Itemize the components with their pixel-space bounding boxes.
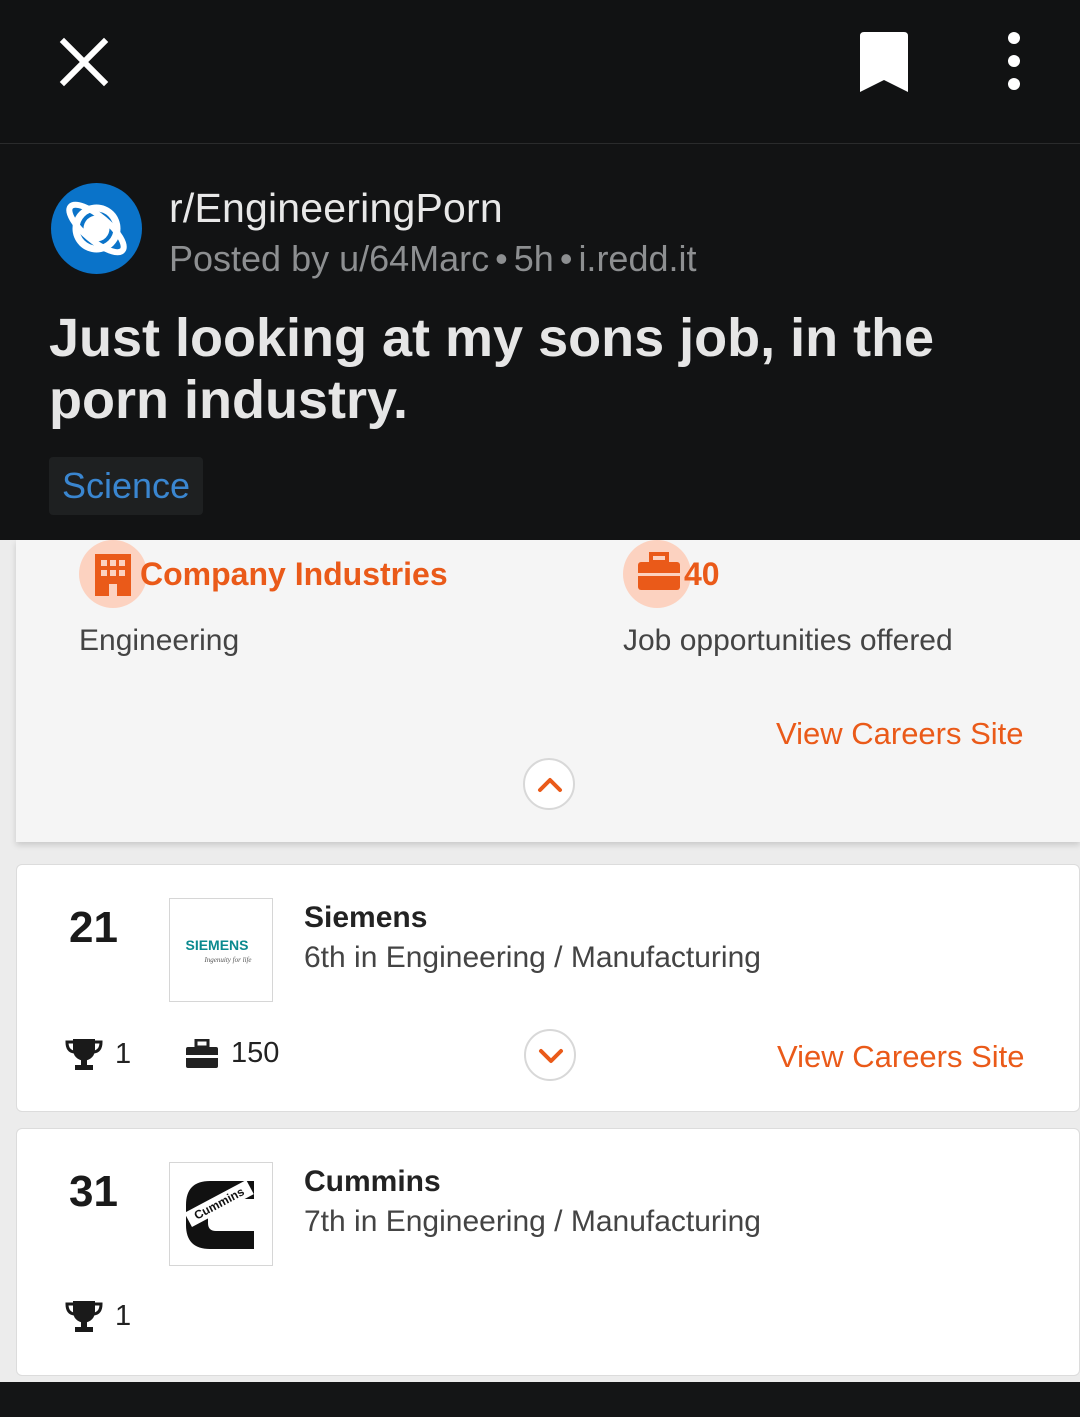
awards-stat: 1 [65, 1037, 131, 1071]
post-time: 5h [513, 238, 554, 279]
siemens-logo: SIEMENS Ingenuity for life [185, 937, 251, 964]
bookmark-icon [860, 32, 908, 92]
chevron-up-icon [538, 778, 562, 792]
collapse-button[interactable] [523, 758, 575, 810]
company-category: 6th in Engineering / Manufacturing [304, 941, 761, 974]
expand-button[interactable] [524, 1029, 576, 1081]
trophy-icon [65, 1301, 103, 1332]
briefcase-icon [186, 1038, 218, 1068]
jobs-count: 150 [231, 1037, 280, 1069]
cummins-logo: Cummins [184, 1179, 254, 1249]
awards-count: 1 [115, 1299, 132, 1332]
subreddit-name[interactable]: r/EngineeringPorn [169, 185, 503, 232]
company-rank: 21 [69, 903, 118, 952]
post-domain[interactable]: i.redd.it [578, 238, 696, 279]
bookmark-button[interactable] [856, 30, 912, 96]
more-options-button[interactable] [998, 30, 1030, 92]
chevron-down-icon [539, 1049, 563, 1063]
company-logo-siemens: SIEMENS Ingenuity for life [169, 898, 273, 1002]
view-careers-site-link[interactable]: View Careers Site [777, 1039, 1025, 1075]
more-vertical-icon [1008, 32, 1020, 90]
bottom-bar [0, 1382, 1080, 1417]
jobs-stat: 150 [185, 1037, 279, 1070]
separator-dot: • [559, 238, 573, 279]
awards-count: 1 [115, 1037, 132, 1070]
company-card-siemens: 21 SIEMENS Ingenuity for life Siemens 6t… [16, 864, 1080, 1112]
logo-tagline: Ingenuity for life [203, 956, 251, 964]
building-icon-badge [79, 540, 147, 608]
jobs-label: Job opportunities offered [623, 624, 953, 657]
posted-by[interactable]: Posted by u/64Marc [169, 238, 489, 279]
post-meta: Posted by u/64Marc • 5h • i.redd.it [169, 238, 697, 280]
top-app-bar [0, 0, 1080, 144]
company-category: 7th in Engineering / Manufacturing [304, 1205, 761, 1238]
company-name[interactable]: Cummins [304, 1165, 441, 1199]
jobs-count: 40 [684, 556, 720, 592]
company-name[interactable]: Siemens [304, 901, 427, 935]
post-header: r/EngineeringPorn Posted by u/64Marc • 5h •… [0, 145, 1080, 540]
close-icon [59, 37, 109, 87]
view-careers-site-link[interactable]: View Careers Site [776, 716, 1024, 752]
close-button[interactable] [58, 36, 110, 88]
logo-wordmark: SIEMENS [185, 937, 248, 953]
briefcase-icon [638, 552, 680, 590]
awards-stat: 1 [65, 1299, 131, 1333]
subreddit-avatar[interactable] [51, 183, 142, 274]
company-rank: 31 [69, 1167, 118, 1216]
briefcase-icon-badge [623, 540, 691, 608]
trophy-icon [65, 1039, 103, 1070]
company-industries-value: Engineering [79, 624, 240, 657]
post-flair[interactable]: Science [49, 457, 204, 515]
company-logo-cummins: Cummins [169, 1162, 273, 1266]
separator-dot: • [495, 238, 508, 279]
company-details-card: Company Industries Engineering 40 Job op… [16, 540, 1080, 842]
post-title: Just looking at my sons job, in the porn… [49, 308, 935, 430]
planet-icon [66, 201, 127, 256]
building-icon [95, 554, 131, 596]
post-image[interactable]: Company Industries Engineering 40 Job op… [0, 540, 1080, 1382]
company-industries-title: Company Industries [140, 556, 448, 592]
company-card-cummins: 31 Cummins Cummins 7th in Engineering / … [16, 1128, 1080, 1376]
